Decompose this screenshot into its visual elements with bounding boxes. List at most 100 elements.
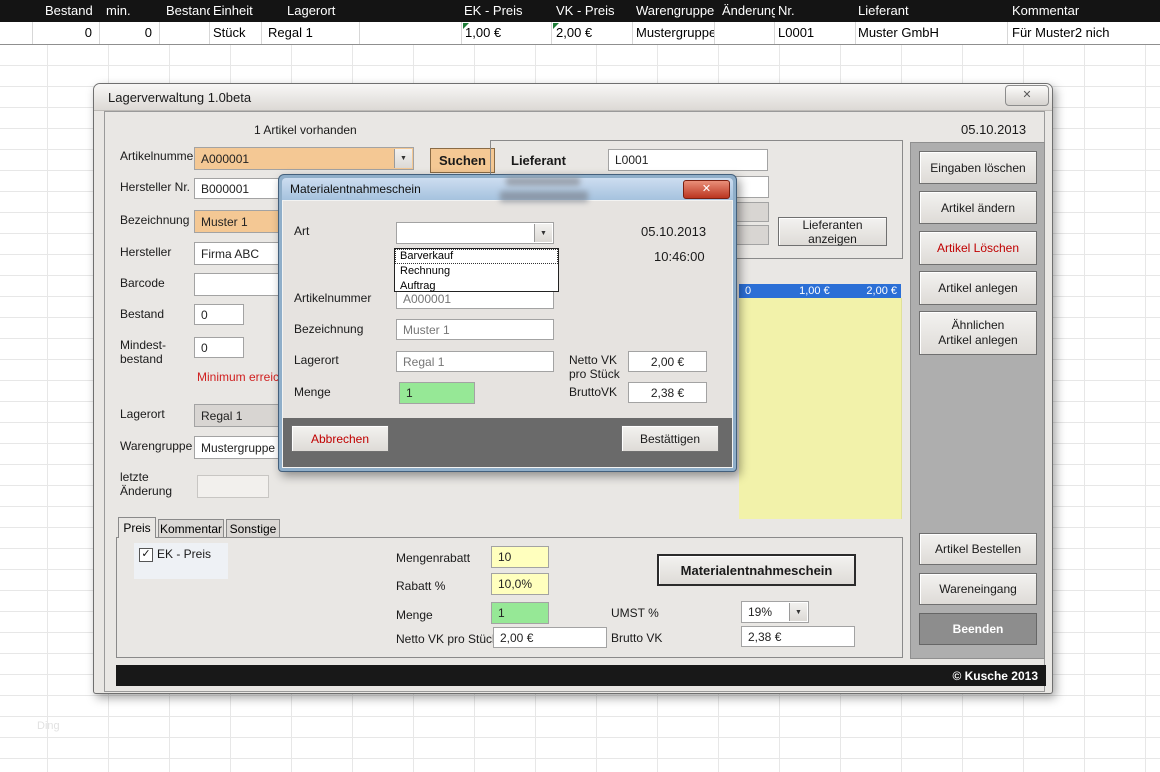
article-count-label: 1 Artikel vorhanden [254, 123, 357, 137]
hersteller-nr-field[interactable]: B000001 [194, 178, 282, 199]
sheet-header-cell[interactable]: Änderung [715, 0, 775, 22]
sheet-header-cell[interactable]: Kommentar [1008, 0, 1160, 22]
dropdown-option[interactable]: Barverkauf [395, 249, 558, 264]
sheet-cell[interactable]: Für Muster2 nich [1008, 22, 1160, 44]
sheet-cell[interactable]: Muster GmbH [856, 22, 1008, 44]
bestaettigen-button[interactable]: Bestättigen [621, 425, 719, 452]
letzte-aenderung-label: letzteÄnderung [120, 470, 172, 498]
sheet-data-row: 0 0 Stück Regal 1 1,00 € 2,00 € Mustergr… [0, 22, 1160, 45]
chevron-down-icon[interactable]: ▼ [789, 603, 807, 621]
tab-kommentar[interactable]: Kommentar [158, 519, 224, 538]
dialog-netto-field[interactable]: 2,00 € [628, 351, 707, 372]
dropdown-option[interactable]: Rechnung [395, 264, 558, 279]
sheet-header-cell[interactable]: VK - Preis [552, 0, 633, 22]
brutto-vk-label: Brutto VK [611, 631, 662, 645]
close-icon[interactable]: ✕ [683, 180, 730, 199]
window-title: Lagerverwaltung 1.0beta [108, 90, 251, 105]
letzte-aenderung-field [197, 475, 269, 498]
ek-preis-checkbox[interactable]: ✓ [139, 548, 153, 562]
materialentnahmeschein-button[interactable]: Materialentnahmeschein [657, 554, 856, 586]
wareneingang-button[interactable]: Wareneingang [919, 573, 1037, 605]
preis-tab-panel: ✓ EK - Preis Mengenrabatt 10 Rabatt % 10… [116, 537, 903, 658]
sheet-cell[interactable] [360, 22, 462, 44]
hersteller-field[interactable]: Firma ABC [194, 242, 282, 265]
menge-field[interactable]: 1 [491, 602, 549, 624]
netto-vk-field[interactable]: 2,00 € [493, 627, 607, 648]
warengruppe-field[interactable]: Mustergruppe [194, 436, 288, 459]
sheet-cell[interactable] [0, 22, 33, 44]
dialog-menge-field[interactable]: 1 [399, 382, 475, 404]
sheet-header-cell[interactable]: Nr. [775, 0, 856, 22]
beenden-button[interactable]: Beenden [919, 613, 1037, 645]
bestand-field[interactable]: 0 [194, 304, 244, 325]
artikel-loeschen-button[interactable]: Artikel Löschen [919, 231, 1037, 265]
sheet-cell[interactable] [160, 22, 210, 44]
dialog-lagerort-field: Regal 1 [396, 351, 554, 372]
materialentnahmeschein-dialog: Materialentnahmeschein ✕ Art ▼ Barverkau… [278, 174, 737, 472]
aehnlichen-artikel-anlegen-button[interactable]: Ähnlichen Artikel anlegen [919, 311, 1037, 355]
sheet-header-cell[interactable]: Lieferant [856, 0, 1008, 22]
tab-sonstige[interactable]: Sonstige [226, 519, 280, 538]
sheet-header-cell[interactable]: EK - Preis [462, 0, 552, 22]
copyright-bar: © Kusche 2013 [116, 665, 1046, 686]
row-col2: 1,00 € [799, 285, 830, 297]
abbrechen-button[interactable]: Abbrechen [291, 425, 389, 452]
sheet-header-cell[interactable]: Lagerort [262, 0, 360, 22]
sheet-cell[interactable] [715, 22, 775, 44]
dialog-brutto-field[interactable]: 2,38 € [628, 382, 707, 403]
ek-preis-checkbox-label: EK - Preis [157, 547, 211, 561]
article-listbox[interactable] [739, 298, 902, 519]
chevron-down-icon[interactable]: ▼ [394, 149, 412, 168]
umst-combobox[interactable]: 19% ▼ [741, 601, 809, 623]
sheet-header-cell[interactable]: Einheit [210, 0, 262, 22]
sheet-cell[interactable]: Stück [210, 22, 262, 44]
artikel-bestellen-button[interactable]: Artikel Bestellen [919, 533, 1037, 565]
row-col1: 0 [745, 285, 751, 297]
artikel-anlegen-button[interactable]: Artikel anlegen [919, 271, 1037, 305]
row-col3: 2,00 € [866, 285, 897, 297]
sheet-header-cell[interactable]: Bestand [33, 0, 100, 22]
art-combobox[interactable]: ▼ [396, 222, 554, 244]
sheet-header-row: Bestand min. Bestand Einheit Lagerort EK… [0, 0, 1160, 22]
eingaben-loeschen-button[interactable]: Eingaben löschen [919, 151, 1037, 184]
mindestbestand-field[interactable]: 0 [194, 337, 244, 358]
sheet-cell[interactable]: 0 [100, 22, 160, 44]
sheet-cell[interactable]: 1,00 € [462, 22, 552, 44]
dialog-artikelnummer-label: Artikelnummer [294, 291, 371, 305]
brutto-vk-field[interactable]: 2,38 € [741, 626, 855, 647]
sheet-cell[interactable]: Mustergruppe [633, 22, 715, 44]
dialog-netto-label: Netto VKpro Stück [569, 353, 620, 381]
sheet-cell[interactable]: 0 [33, 22, 100, 44]
copyright-text: © Kusche 2013 [952, 669, 1038, 683]
lieferant-field[interactable]: L0001 [608, 149, 768, 171]
chevron-down-icon[interactable]: ▼ [534, 224, 552, 242]
artikel-aendern-button[interactable]: Artikel ändern [919, 191, 1037, 224]
suchen-button[interactable]: Suchen [430, 148, 495, 173]
sheet-header-cell[interactable]: Bestand [160, 0, 210, 22]
bezeichnung-label: Bezeichnung [120, 213, 189, 227]
artikelnummer-combobox[interactable]: A000001 ▼ [194, 147, 414, 170]
dialog-date: 05.10.2013 [641, 224, 706, 239]
tab-preis[interactable]: Preis [118, 517, 156, 538]
barcode-field[interactable] [194, 273, 282, 296]
dropdown-option[interactable]: Auftrag [395, 279, 558, 294]
error-flag-icon [553, 23, 559, 29]
dialog-bezeichnung-field: Muster 1 [396, 319, 554, 340]
rabatt-field[interactable]: 10,0% [491, 573, 549, 595]
netto-vk-label: Netto VK pro Stück [396, 632, 498, 646]
close-icon[interactable]: ✕ [1005, 85, 1049, 106]
sheet-cell[interactable]: 2,00 € [552, 22, 633, 44]
sheet-cell[interactable]: L0001 [775, 22, 856, 44]
umst-label: UMST % [611, 606, 659, 620]
mengenrabatt-field[interactable]: 10 [491, 546, 549, 568]
selected-list-row[interactable]: 0 1,00 € 2,00 € [739, 284, 901, 298]
hersteller-nr-label: Hersteller Nr. [120, 180, 190, 194]
lieferant-label: Lieferant [511, 153, 566, 168]
sheet-header-cell[interactable]: Warengruppe [633, 0, 715, 22]
window-titlebar[interactable]: Lagerverwaltung 1.0beta ✕ [94, 84, 1052, 111]
sheet-cell[interactable]: Regal 1 [262, 22, 360, 44]
hidden-field-stub [735, 202, 769, 222]
lieferanten-anzeigen-button[interactable]: Lieferanten anzeigen [778, 217, 887, 246]
bezeichnung-field[interactable]: Muster 1 [194, 210, 282, 233]
sheet-header-cell[interactable]: min. [100, 0, 160, 22]
